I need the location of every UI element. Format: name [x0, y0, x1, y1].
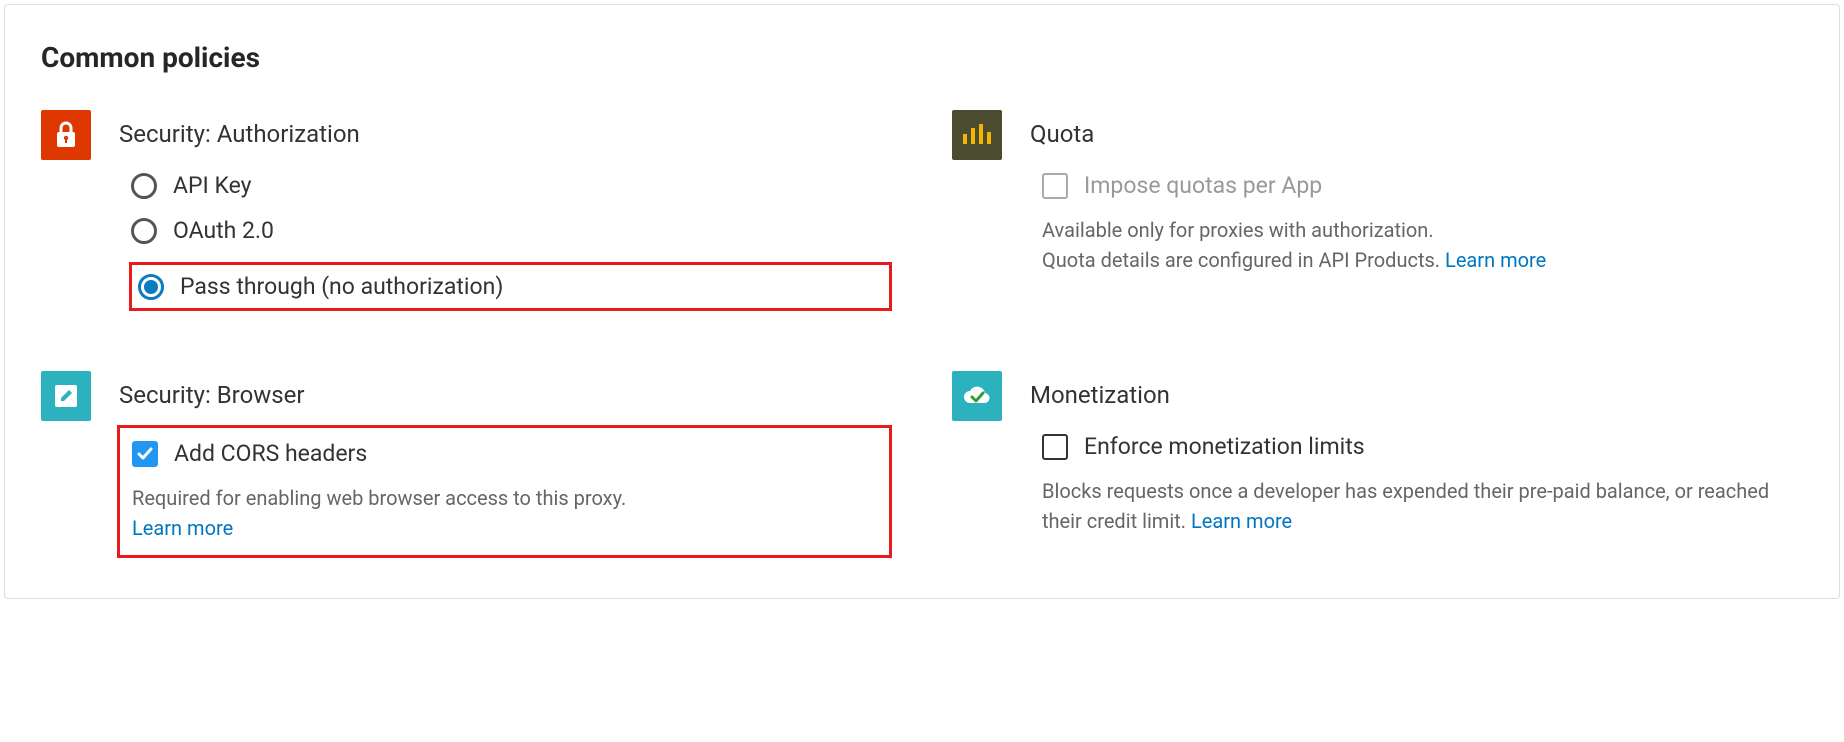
radio-icon [131, 218, 157, 244]
quota-learn-more[interactable]: Learn more [1445, 248, 1546, 272]
auth-option-oauth[interactable]: OAuth 2.0 [131, 217, 892, 244]
security-authorization-section: Security: Authorization API Key OAuth 2.… [41, 110, 892, 311]
radio-selected-icon [138, 274, 164, 300]
quota-option-impose: Impose quotas per App [1030, 172, 1803, 199]
api-key-label: API Key [173, 172, 252, 199]
checkbox-disabled-icon [1042, 173, 1068, 199]
lock-icon [41, 110, 91, 160]
auth-option-api-key[interactable]: API Key [131, 172, 892, 199]
cors-helper-text: Required for enabling web browser access… [132, 486, 626, 510]
quota-helper-line2: Quota details are configured in API Prod… [1042, 248, 1445, 272]
page-title: Common policies [41, 41, 1803, 74]
cors-learn-more[interactable]: Learn more [132, 516, 233, 540]
security-browser-section: Security: Browser Add CORS headers Requi… [41, 371, 892, 558]
cors-option-label: Add CORS headers [174, 440, 367, 467]
monetization-helper: Blocks requests once a developer has exp… [1030, 476, 1803, 536]
monetization-section: Monetization Enforce monetization limits… [952, 371, 1803, 558]
quota-section: Quota Impose quotas per App Available on… [952, 110, 1803, 311]
highlight-pass-through: Pass through (no authorization) [129, 262, 892, 311]
oauth-label: OAuth 2.0 [173, 217, 274, 244]
highlight-cors: Add CORS headers Required for enabling w… [117, 425, 892, 558]
quota-option-label: Impose quotas per App [1084, 172, 1322, 199]
auth-option-pass-through[interactable]: Pass through (no authorization) [138, 273, 877, 300]
monetization-helper-text: Blocks requests once a developer has exp… [1042, 479, 1769, 533]
security-auth-title: Security: Authorization [119, 120, 892, 148]
cloud-check-icon [952, 371, 1002, 421]
cors-helper: Required for enabling web browser access… [126, 483, 877, 543]
pencil-icon [41, 371, 91, 421]
quota-helper-line1: Available only for proxies with authoriz… [1042, 218, 1434, 242]
quota-helper: Available only for proxies with authoriz… [1030, 215, 1803, 275]
checkbox-icon [1042, 434, 1068, 460]
bars-icon [952, 110, 1002, 160]
monetization-title: Monetization [1030, 381, 1803, 409]
monetization-option[interactable]: Enforce monetization limits [1030, 433, 1803, 460]
quota-title: Quota [1030, 120, 1803, 148]
checkbox-checked-icon [132, 441, 158, 467]
radio-icon [131, 173, 157, 199]
security-browser-title: Security: Browser [119, 381, 892, 409]
monetization-learn-more[interactable]: Learn more [1191, 509, 1292, 533]
cors-option[interactable]: Add CORS headers [126, 440, 877, 467]
pass-through-label: Pass through (no authorization) [180, 273, 503, 300]
monetization-option-label: Enforce monetization limits [1084, 433, 1365, 460]
